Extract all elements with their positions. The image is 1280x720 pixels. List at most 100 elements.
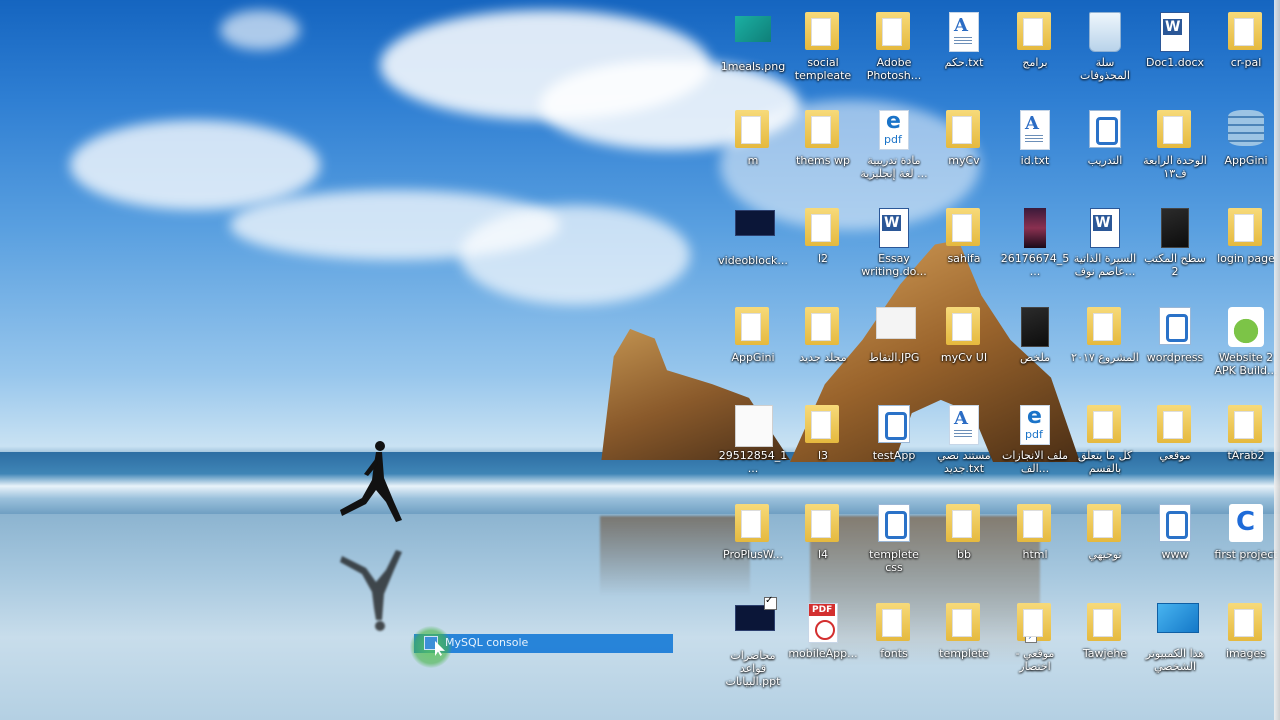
desktop-icon[interactable]: التدريب bbox=[1070, 104, 1140, 200]
desktop-icon-label: templete css bbox=[869, 548, 919, 574]
desktop-icon[interactable]: ملف الانجازات الف... bbox=[1000, 399, 1070, 495]
desktop-icon[interactable]: myCv bbox=[929, 104, 999, 200]
desktop-icon[interactable]: مجلد جديد bbox=[788, 301, 858, 397]
desktop-icon-label: cr-pal bbox=[1230, 56, 1262, 69]
desktop-icon-label: المشروع ٢٠١٧ bbox=[1071, 351, 1139, 364]
desktop-icon[interactable]: Tawjehe bbox=[1070, 597, 1140, 693]
desktop-icon[interactable]: 1meals.png bbox=[718, 6, 788, 102]
desktop-icon-label: ملف الانجازات الف... bbox=[1002, 449, 1068, 475]
word-document-icon bbox=[876, 208, 912, 248]
desktop-icon[interactable]: bb bbox=[929, 498, 999, 594]
cloud bbox=[70, 120, 320, 210]
desktop-icon[interactable]: سطح المكتب 2 bbox=[1140, 202, 1210, 298]
desktop-icon-label: thems wp bbox=[796, 154, 850, 167]
app-shortcut-icon bbox=[1228, 504, 1264, 544]
mysql-console-label: MySQL console bbox=[445, 636, 529, 649]
desktop-icon-label: موقعي - اختصار bbox=[1015, 647, 1055, 673]
desktop[interactable]: 1meals.png social templeate Adobe Photosh.… bbox=[0, 0, 1280, 720]
desktop-icon-label: مادة تدريبية لغة إنجليزية ... bbox=[860, 154, 928, 180]
desktop-icon[interactable]: توجيهي bbox=[1070, 498, 1140, 594]
desktop-icon[interactable]: login page bbox=[1211, 202, 1280, 298]
screen-edge-scrollbar[interactable] bbox=[1274, 0, 1280, 720]
desktop-icon[interactable]: Adobe Photosh... bbox=[859, 6, 929, 102]
desktop-icon[interactable]: AppGini bbox=[1211, 104, 1280, 200]
desktop-icon[interactable]: محاضرات قواعد البيانات.ppt bbox=[718, 597, 788, 693]
image-file-icon bbox=[735, 210, 775, 250]
desktop-icon[interactable]: mobileApp... bbox=[788, 597, 858, 693]
desktop-icon[interactable]: l2 bbox=[788, 202, 858, 298]
desktop-icon[interactable]: برامج bbox=[1000, 6, 1070, 102]
desktop-icon[interactable]: first project bbox=[1211, 498, 1280, 594]
desktop-icon[interactable]: سلة المحذوفات bbox=[1070, 6, 1140, 102]
desktop-icon[interactable]: wordpress bbox=[1140, 301, 1210, 397]
desktop-icon[interactable]: هذا الكمبيوتر الشخصي bbox=[1140, 597, 1210, 693]
desktop-icon[interactable]: sahifa bbox=[929, 202, 999, 298]
folder-icon bbox=[1087, 307, 1123, 347]
folder-shortcut-icon: ↗ bbox=[1017, 603, 1053, 643]
desktop-icon[interactable]: ملخص bbox=[1000, 301, 1070, 397]
project-folder-icon bbox=[1157, 504, 1193, 544]
desktop-icon-label: html bbox=[1022, 548, 1048, 561]
database-app-icon bbox=[1228, 110, 1264, 150]
desktop-icon[interactable]: كل ما يتعلق بالقسم bbox=[1070, 399, 1140, 495]
desktop-icon-label: التدريب bbox=[1087, 154, 1123, 167]
desktop-icon[interactable]: testApp bbox=[859, 399, 929, 495]
desktop-icon[interactable]: Website 2 APK Build... bbox=[1211, 301, 1280, 397]
desktop-icon[interactable]: التقاط.JPG bbox=[859, 301, 929, 397]
desktop-icon[interactable]: Doc1.docx bbox=[1140, 6, 1210, 102]
desktop-icon[interactable]: fonts bbox=[859, 597, 929, 693]
desktop-icon-label: ProPlusW... bbox=[723, 548, 783, 561]
desktop-icon[interactable]: حكم.txt bbox=[929, 6, 999, 102]
desktop-icon[interactable]: موقعي bbox=[1140, 399, 1210, 495]
cloud bbox=[220, 10, 300, 50]
desktop-icon[interactable]: ↗ موقعي - اختصار bbox=[1000, 597, 1070, 693]
desktop-icon[interactable]: myCv UI bbox=[929, 301, 999, 397]
desktop-icon[interactable]: images bbox=[1211, 597, 1280, 693]
folder-icon bbox=[946, 110, 982, 150]
desktop-icon[interactable]: مستند نصي جديد.txt bbox=[929, 399, 999, 495]
desktop-icon[interactable]: id.txt bbox=[1000, 104, 1070, 200]
desktop-icon[interactable]: cr-pal bbox=[1211, 6, 1280, 102]
project-folder-icon bbox=[876, 504, 912, 544]
desktop-icon-label: حكم.txt bbox=[944, 56, 984, 69]
desktop-icon[interactable]: html bbox=[1000, 498, 1070, 594]
desktop-icon-label: l4 bbox=[817, 548, 829, 561]
folder-icon bbox=[876, 12, 912, 52]
desktop-icon[interactable]: l4 bbox=[788, 498, 858, 594]
desktop-icon[interactable]: السيرة الذاتية عاصم نوف... bbox=[1070, 202, 1140, 298]
desktop-icon-label: testApp bbox=[872, 449, 916, 462]
desktop-icon-label: AppGini bbox=[1224, 154, 1268, 167]
desktop-icon[interactable]: m bbox=[718, 104, 788, 200]
desktop-icon-label: السيرة الذاتية عاصم نوف... bbox=[1073, 252, 1137, 278]
desktop-icon[interactable]: templete bbox=[929, 597, 999, 693]
desktop-icon[interactable]: 29512854_1... bbox=[718, 399, 788, 495]
folder-icon bbox=[1228, 603, 1264, 643]
desktop-icon[interactable]: الوحدة الرابعة ف١٣ bbox=[1140, 104, 1210, 200]
desktop-icon[interactable]: مادة تدريبية لغة إنجليزية ... bbox=[859, 104, 929, 200]
folder-icon bbox=[1228, 12, 1264, 52]
desktop-icon[interactable]: templete css bbox=[859, 498, 929, 594]
desktop-icon-label: 1meals.png bbox=[720, 60, 786, 73]
desktop-icon-label: كل ما يتعلق بالقسم bbox=[1077, 449, 1133, 475]
desktop-icon[interactable]: social templeate bbox=[788, 6, 858, 102]
runner-reflection bbox=[340, 550, 402, 631]
desktop-icon[interactable]: المشروع ٢٠١٧ bbox=[1070, 301, 1140, 397]
desktop-icon[interactable]: 26176674_5... bbox=[1000, 202, 1070, 298]
desktop-icon[interactable]: thems wp bbox=[788, 104, 858, 200]
desktop-icon-label: id.txt bbox=[1020, 154, 1050, 167]
desktop-icon[interactable]: l3 bbox=[788, 399, 858, 495]
folder-icon bbox=[735, 307, 771, 347]
desktop-icon-label: tArab2 bbox=[1227, 449, 1265, 462]
desktop-icon-label: الوحدة الرابعة ف١٣ bbox=[1143, 154, 1207, 180]
desktop-icon[interactable]: tArab2 bbox=[1211, 399, 1280, 495]
desktop-icon-label: AppGini bbox=[731, 351, 775, 364]
folder-icon bbox=[805, 12, 841, 52]
selection-checkbox[interactable] bbox=[764, 595, 777, 610]
desktop-icon[interactable]: www bbox=[1140, 498, 1210, 594]
desktop-icon[interactable]: Essay writing.do... bbox=[859, 202, 929, 298]
desktop-icon-label: mobileApp... bbox=[788, 647, 858, 660]
desktop-icon[interactable]: videoblock... bbox=[718, 202, 788, 298]
desktop-icon[interactable]: ProPlusW... bbox=[718, 498, 788, 594]
desktop-icon[interactable]: AppGini bbox=[718, 301, 788, 397]
folder-icon bbox=[946, 603, 982, 643]
